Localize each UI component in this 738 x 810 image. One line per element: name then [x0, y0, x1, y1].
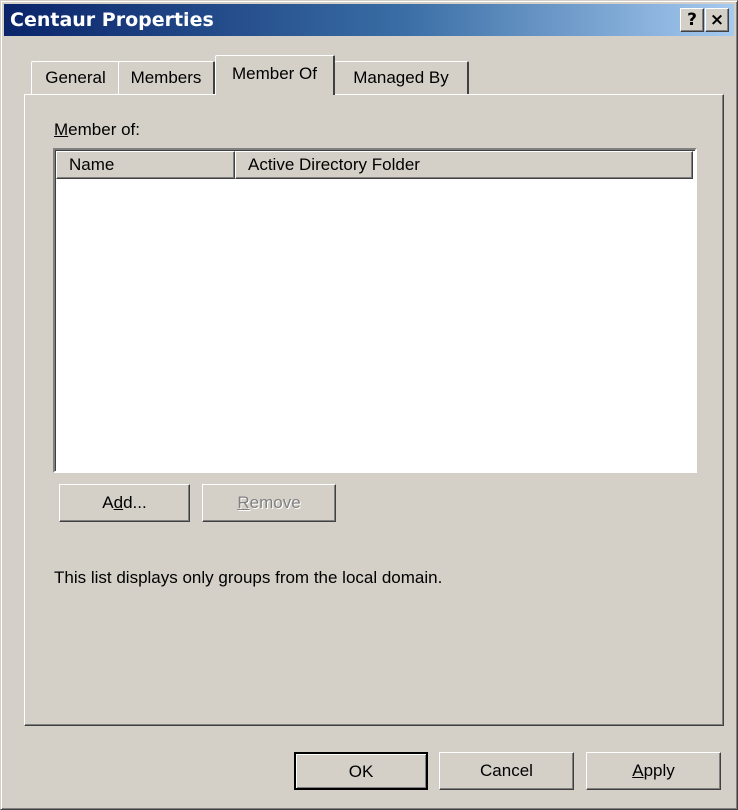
title-bar[interactable]: Centaur Properties ? × — [4, 4, 734, 36]
add-button-text-rest: d... — [123, 493, 147, 512]
tab-managed-by[interactable]: Managed By — [334, 61, 469, 95]
properties-dialog: Centaur Properties ? × General Members M… — [0, 0, 738, 810]
add-button-text-a: A — [102, 493, 114, 512]
add-button[interactable]: Add... — [59, 484, 190, 522]
tab-member-of[interactable]: Member Of — [215, 55, 335, 95]
tab-general[interactable]: General — [31, 61, 121, 95]
member-of-panel: Member of: Name Active Directory Folder … — [24, 94, 724, 726]
list-header: Name Active Directory Folder — [56, 151, 694, 179]
remove-button-text-rest: emove — [249, 493, 301, 512]
member-of-label-accel: M — [54, 120, 69, 139]
member-of-list[interactable]: Name Active Directory Folder — [53, 148, 697, 473]
add-button-accel: d — [113, 493, 124, 512]
column-header-name[interactable]: Name — [56, 151, 235, 179]
member-of-label-text: ember of: — [68, 120, 140, 139]
cancel-button[interactable]: Cancel — [439, 752, 574, 790]
help-button[interactable]: ? — [680, 8, 704, 32]
close-button[interactable]: × — [705, 8, 729, 32]
remove-button: Remove — [202, 484, 336, 522]
dialog-title: Centaur Properties — [10, 9, 214, 31]
apply-button-text-rest: pply — [643, 761, 675, 780]
apply-button-accel: A — [632, 761, 644, 780]
remove-button-accel: R — [237, 493, 250, 512]
column-header-ad-folder[interactable]: Active Directory Folder — [235, 151, 693, 179]
close-icon: × — [709, 10, 725, 30]
info-text: This list displays only groups from the … — [54, 568, 443, 587]
apply-button[interactable]: Apply — [586, 752, 721, 790]
help-icon: ? — [687, 10, 697, 30]
ok-button[interactable]: OK — [294, 752, 428, 790]
member-of-label: Member of: — [54, 120, 140, 140]
tab-members[interactable]: Members — [118, 61, 215, 95]
